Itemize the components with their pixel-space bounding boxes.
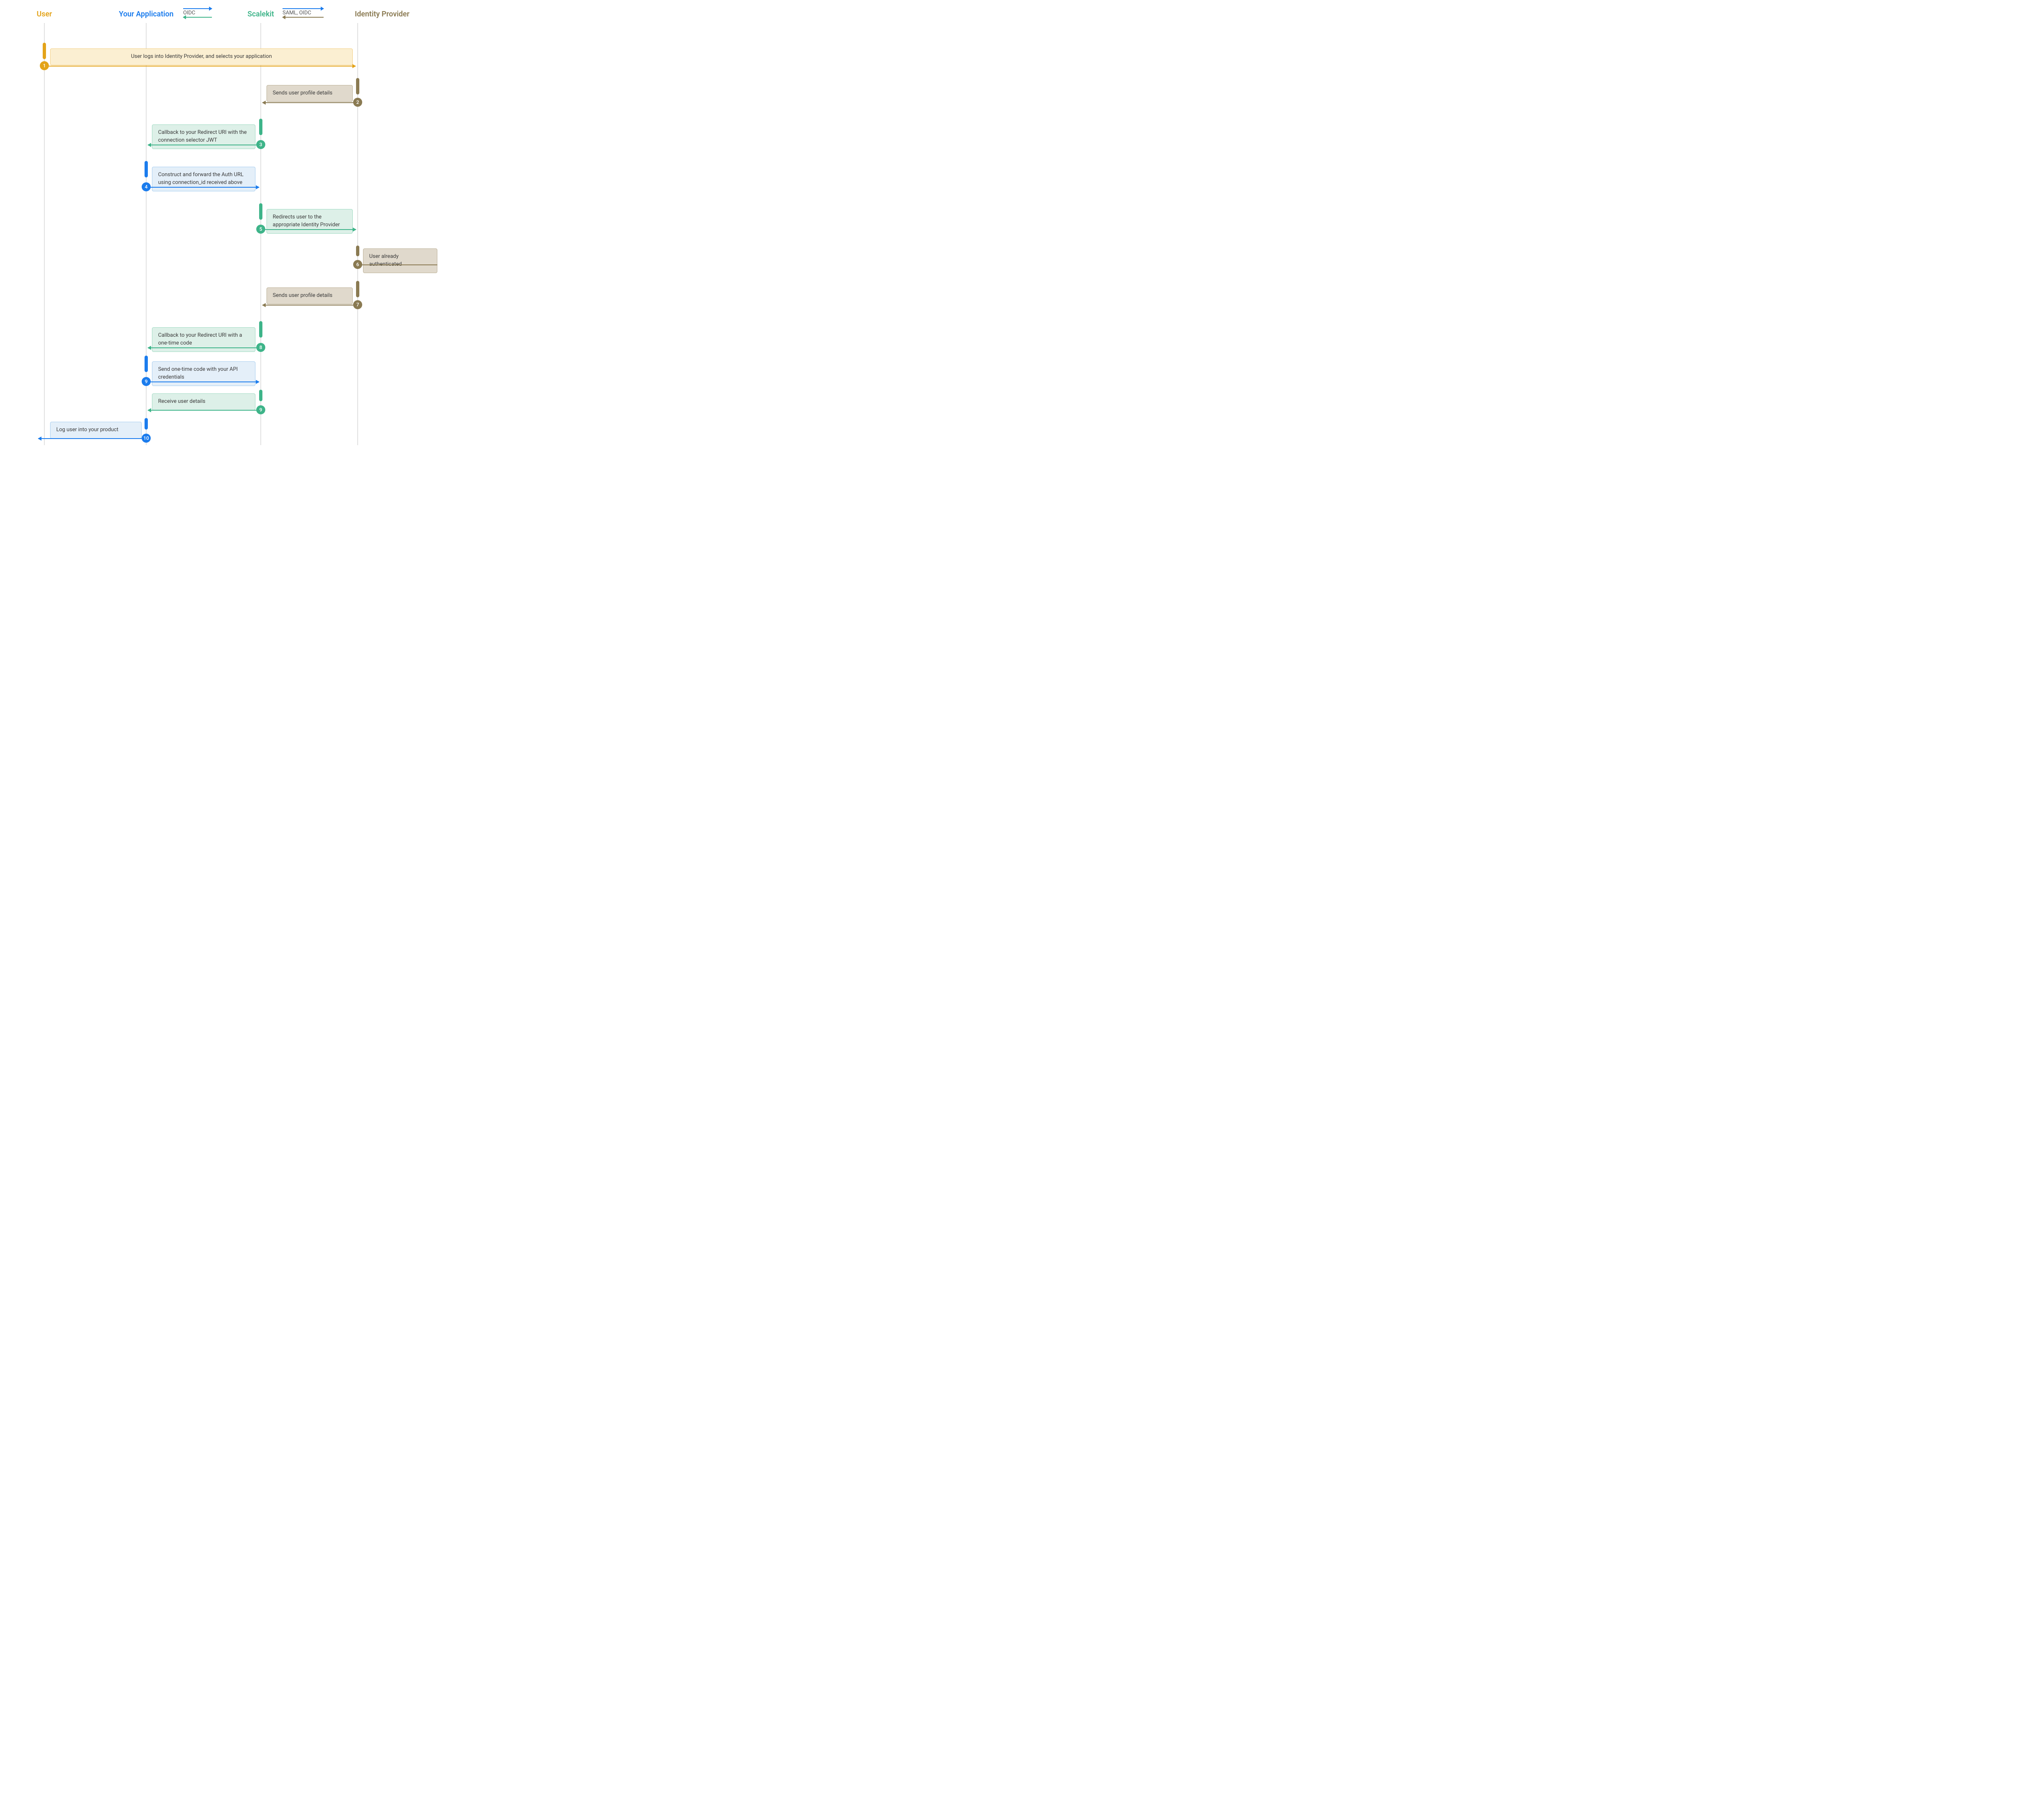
step-8-arrow — [148, 347, 259, 348]
step-5-badge: 5 — [256, 225, 265, 234]
step-6-message: User already authenticated — [363, 248, 437, 273]
step-2-text: Sends user profile details — [273, 90, 333, 96]
activation-sk-5 — [259, 203, 262, 220]
activation-user-1 — [43, 43, 46, 59]
legend-saml-oidc-label: SAML, OIDC — [283, 10, 311, 16]
step-8-text: Callback to your Redirect URI with a one… — [158, 332, 242, 346]
step-9-badge: 9 — [142, 377, 151, 386]
step-1-badge: 1 — [40, 61, 49, 70]
step-7-arrow — [262, 305, 356, 306]
step-11-badge: 10 — [142, 434, 151, 443]
step-10-message: Receive user details — [152, 393, 255, 410]
step-2-arrow — [262, 102, 356, 103]
activation-app-11 — [145, 418, 148, 430]
activation-idp-7 — [356, 281, 359, 297]
step-11-message: Log user into your product — [50, 422, 142, 439]
activation-sk-8 — [259, 321, 262, 338]
step-1-text: User logs into Identity Provider, and se… — [131, 53, 272, 60]
step-4-arrow — [148, 187, 259, 188]
step-10-arrow — [148, 410, 259, 411]
activation-sk-3 — [259, 119, 262, 135]
activation-app-4 — [145, 161, 148, 177]
step-3-text: Callback to your Redirect URI with the c… — [158, 129, 247, 143]
step-5-arrow — [262, 229, 356, 230]
lifeline-user — [44, 23, 45, 445]
step-10-text: Receive user details — [158, 398, 205, 404]
step-6-arrow — [360, 264, 437, 265]
legend-oidc: OIDC — [183, 8, 212, 18]
activation-sk-10 — [259, 390, 262, 401]
step-9-text: Send one-time code with your API credent… — [158, 366, 238, 380]
step-4-badge: 4 — [142, 182, 151, 191]
lifeline-scalekit — [260, 23, 261, 445]
activation-idp-6 — [356, 246, 359, 256]
step-1-arrow — [45, 66, 356, 67]
step-9-arrow — [148, 381, 259, 382]
lane-header-app: Your Application — [119, 10, 173, 18]
step-7-badge: 7 — [353, 300, 362, 309]
lane-header-idp: Identity Provider — [355, 10, 409, 18]
step-11-arrow — [38, 438, 145, 439]
lane-header-scalekit: Scalekit — [248, 10, 274, 18]
step-8-badge: 8 — [256, 343, 265, 352]
step-7-message: Sends user profile details — [267, 287, 353, 304]
lane-header-user: User — [37, 10, 52, 18]
step-7-text: Sends user profile details — [273, 292, 333, 299]
step-4-text: Construct and forward the Auth URL using… — [158, 172, 244, 186]
step-3-badge: 3 — [256, 140, 265, 149]
step-5-text: Redirects user to the appropriate Identi… — [273, 214, 340, 228]
step-2-badge: 2 — [353, 98, 362, 107]
step-11-text: Log user into your product — [56, 427, 118, 433]
legend-saml-oidc: SAML, OIDC — [283, 8, 324, 18]
activation-app-9 — [145, 356, 148, 372]
sequence-diagram: User Your Application Scalekit Identity … — [0, 0, 507, 455]
step-6-badge: 6 — [353, 260, 362, 269]
activation-idp-2 — [356, 78, 359, 94]
step-2-message: Sends user profile details — [267, 85, 353, 102]
step-10-badge: 9 — [256, 405, 265, 414]
step-1-message: User logs into Identity Provider, and se… — [50, 48, 353, 65]
